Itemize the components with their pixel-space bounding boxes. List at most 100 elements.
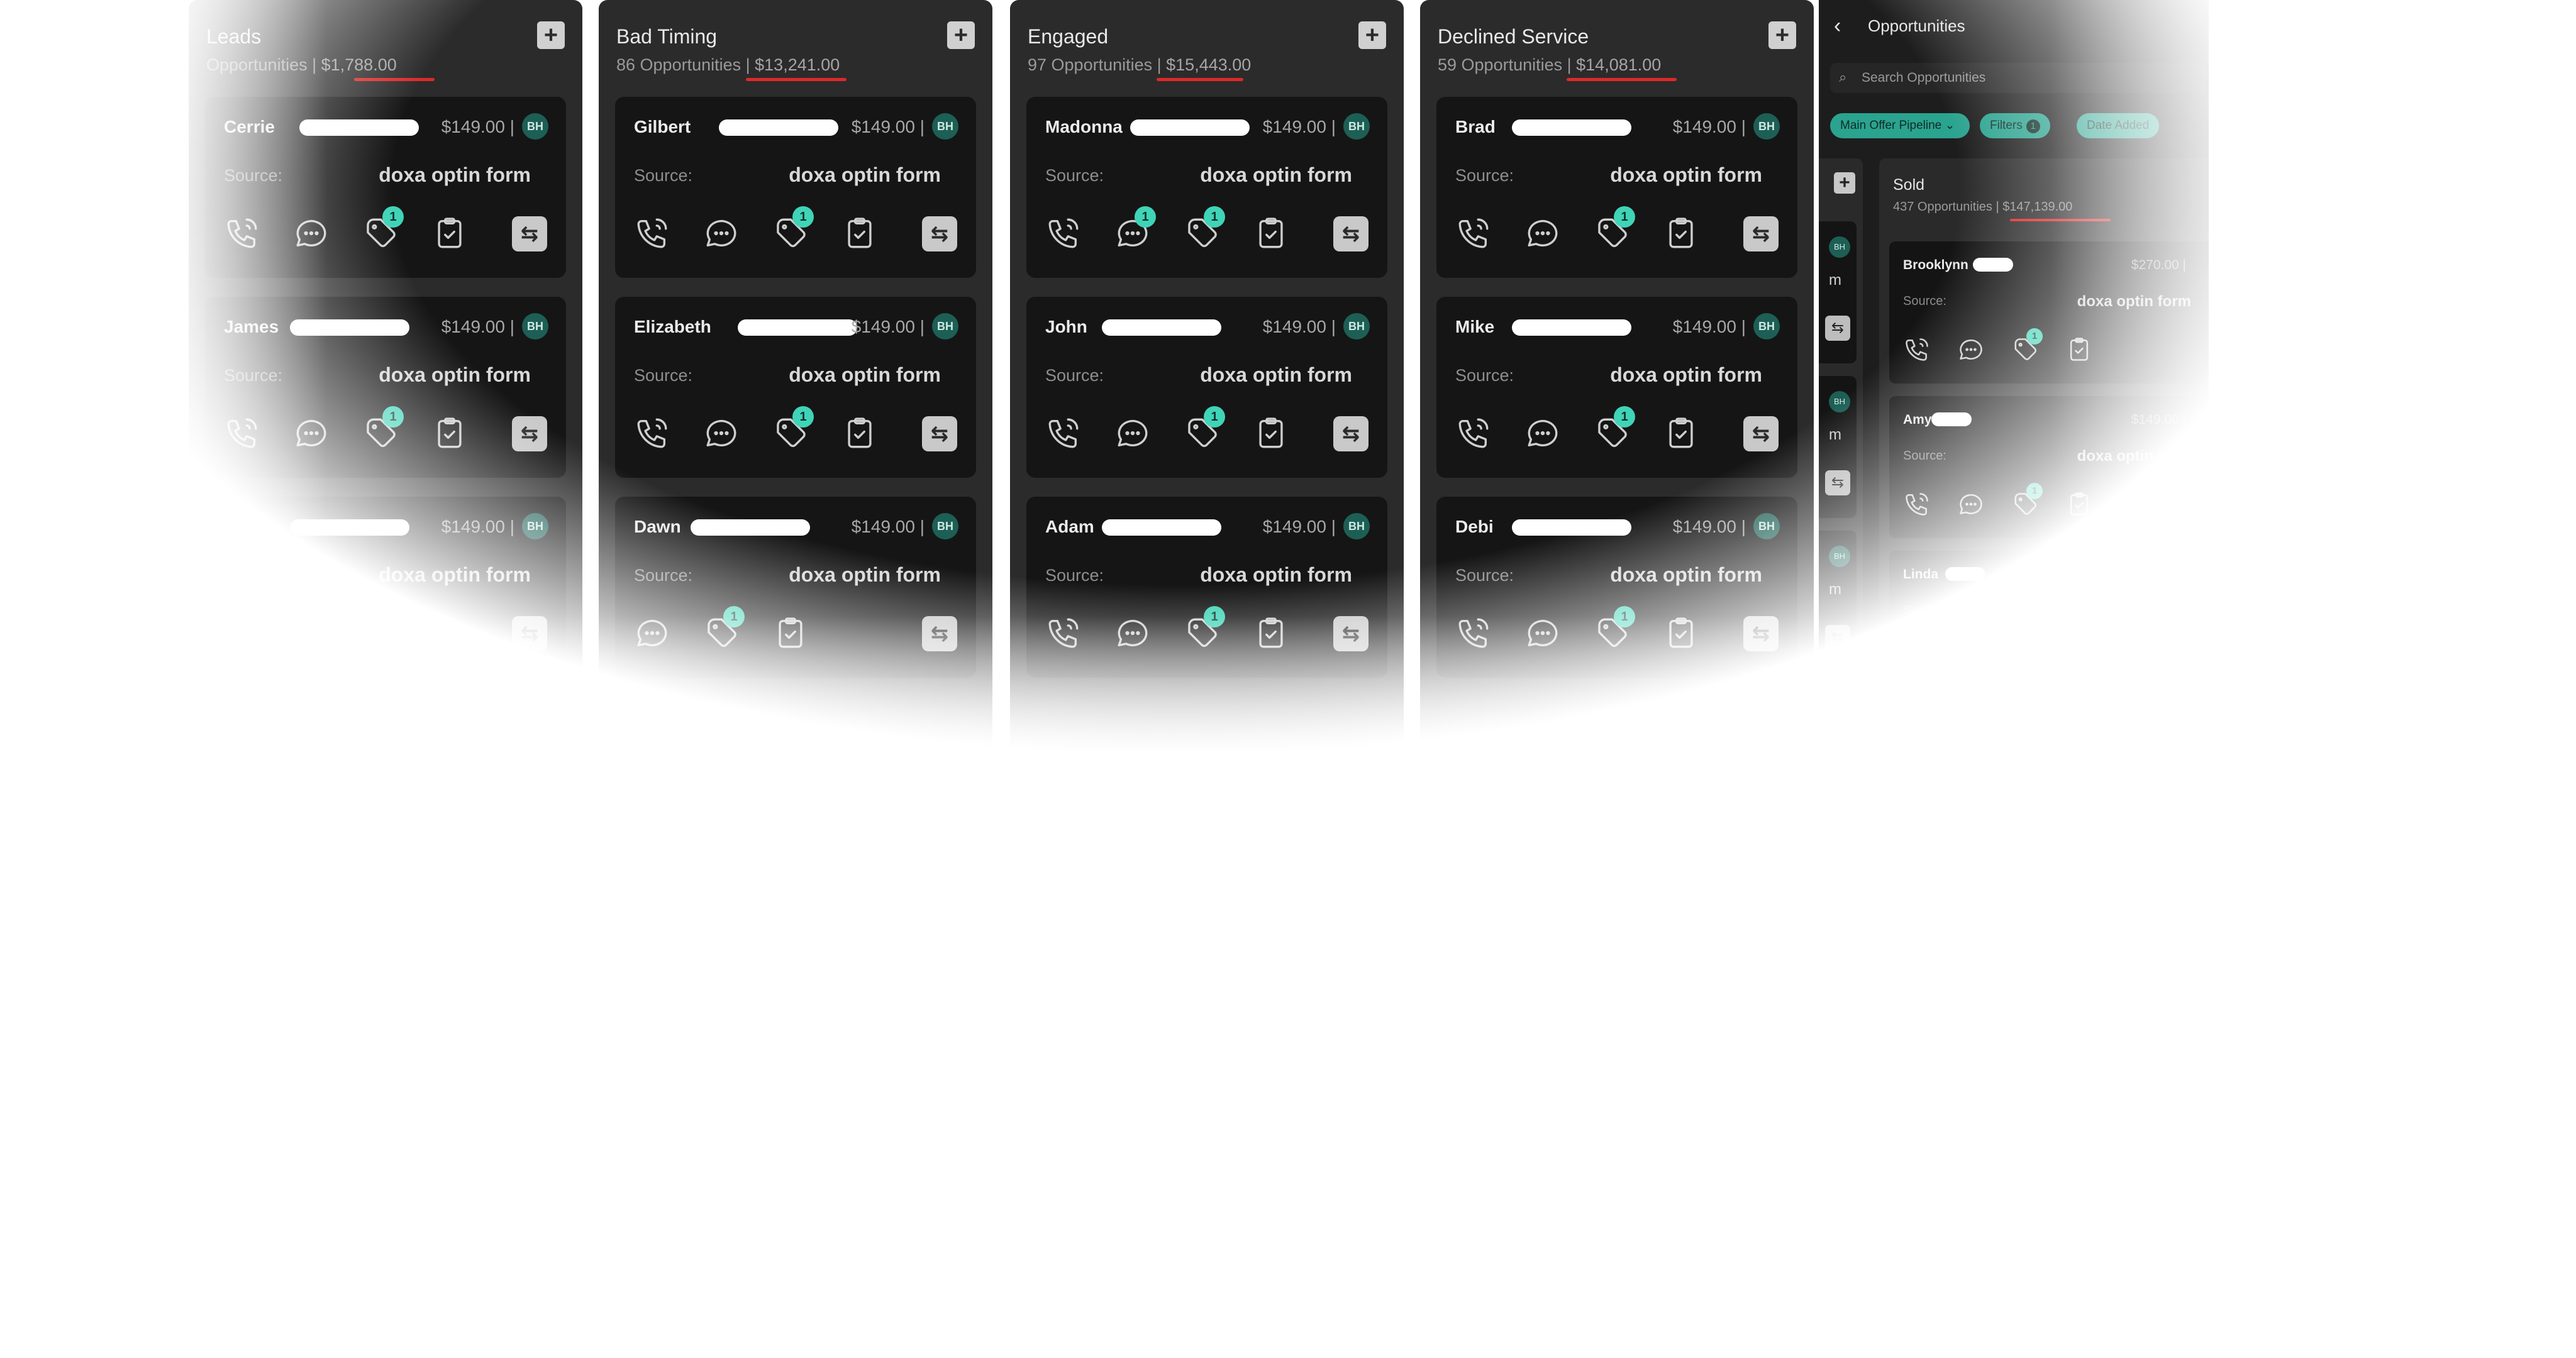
contact-name[interactable]: Brad	[1455, 117, 1496, 137]
tag-icon-button[interactable]: 1	[362, 606, 404, 651]
clipboard-check-icon-button[interactable]	[2065, 336, 2093, 363]
contact-name[interactable]: Amy	[1903, 412, 1932, 428]
add-opportunity-button[interactable]: +	[947, 21, 975, 49]
clipboard-check-icon-button[interactable]	[841, 415, 878, 451]
swap-arrows-icon[interactable]: ⇆	[1743, 616, 1779, 651]
partial-opportunity-card[interactable]: BH m ⇆	[1819, 376, 1857, 518]
chat-bubble-icon-button[interactable]	[1114, 415, 1151, 451]
add-opportunity-button[interactable]: +	[1768, 21, 1796, 49]
phone-icon-button[interactable]	[1903, 645, 1931, 673]
opportunity-card[interactable]: Gilbert $149.00 | BH Source: doxa optin form…	[615, 97, 976, 278]
opportunity-card[interactable]: Donna $149.00 | BH Source: doxa optin form 1 ⇆	[205, 497, 566, 678]
phone-icon-button[interactable]	[1455, 215, 1492, 251]
opportunity-card[interactable]: Dawn $149.00 | BH Source: doxa optin form 1 ⇆	[615, 497, 976, 678]
chat-bubble-icon-button[interactable]	[1957, 336, 1985, 363]
clipboard-check-icon-button[interactable]	[1663, 415, 1699, 451]
swap-arrows-icon[interactable]: ⇆	[512, 216, 547, 251]
swap-arrows-icon[interactable]: ⇆	[922, 416, 957, 451]
phone-icon-button[interactable]	[1455, 615, 1492, 651]
opportunity-card[interactable]: Madonna $149.00 | BH Source: doxa optin form…	[1026, 97, 1387, 278]
swap-arrows-icon[interactable]: ⇆	[922, 216, 957, 251]
chat-bubble-icon-button[interactable]	[1957, 645, 1985, 673]
owner-avatar[interactable]: BH	[522, 113, 548, 140]
chat-bubble-icon-button[interactable]	[703, 415, 740, 451]
swap-arrows-icon[interactable]: ⇆	[512, 416, 547, 451]
add-opportunity-button[interactable]: +	[1834, 172, 1855, 194]
opportunity-card[interactable]: Brad $149.00 | BH Source: doxa optin form 1 ⇆	[1436, 97, 1797, 278]
swap-arrows-icon[interactable]: ⇆	[1825, 316, 1850, 341]
chat-bubble-icon-button[interactable]	[293, 215, 330, 251]
phone-icon-button[interactable]	[1045, 615, 1082, 651]
opportunity-card[interactable]: Elizabeth $149.00 | BH Source: doxa optin fo…	[615, 297, 976, 478]
phone-icon-button[interactable]	[224, 215, 260, 251]
tag-icon-button[interactable]: 1	[362, 406, 404, 451]
opportunity-card[interactable]: James $149.00 | BH Source: doxa optin form 1 ⇆	[205, 297, 566, 478]
contact-name[interactable]: Cerrie	[224, 117, 275, 137]
tag-icon-button[interactable]: 1	[1594, 606, 1635, 651]
chat-bubble-icon-button[interactable]	[703, 215, 740, 251]
contact-name[interactable]: James	[224, 317, 279, 337]
chat-bubble-icon-button[interactable]	[634, 615, 670, 651]
swap-arrows-icon[interactable]: ⇆	[1333, 416, 1368, 451]
tag-icon-button[interactable]: 1	[1184, 206, 1225, 251]
owner-avatar[interactable]: BH	[1753, 313, 1780, 340]
contact-name[interactable]: Linda	[1903, 567, 1938, 582]
contact-name[interactable]: Debi	[1455, 517, 1494, 537]
date-added-chip[interactable]: Date Added	[2077, 113, 2160, 138]
opportunity-card[interactable]: Linda $149.00 | Source: doxa optin form 1	[1889, 551, 2209, 693]
tag-icon-button[interactable]: 1	[772, 406, 814, 451]
clipboard-check-icon-button[interactable]	[431, 215, 468, 251]
owner-avatar[interactable]: BH	[932, 513, 958, 539]
tag-icon-button[interactable]: 1	[772, 206, 814, 251]
swap-arrows-icon[interactable]: ⇆	[1825, 625, 1850, 650]
clipboard-check-icon-button[interactable]	[1253, 215, 1289, 251]
swap-arrows-icon[interactable]: ⇆	[1825, 470, 1850, 495]
opportunity-card[interactable]: John $149.00 | BH Source: doxa optin form 1 ⇆	[1026, 297, 1387, 478]
contact-name[interactable]: Elizabeth	[634, 317, 711, 337]
owner-avatar[interactable]: BH	[1343, 513, 1370, 539]
contact-name[interactable]: Donna	[224, 517, 279, 537]
contact-name[interactable]: Gilbert	[634, 117, 691, 137]
clipboard-check-icon-button[interactable]	[431, 615, 468, 651]
tag-icon-button[interactable]: 1	[2011, 483, 2043, 518]
swap-arrows-icon[interactable]: ⇆	[1743, 216, 1779, 251]
owner-avatar[interactable]: BH	[932, 313, 958, 340]
phone-icon-button[interactable]	[1045, 415, 1082, 451]
swap-arrows-icon[interactable]: ⇆	[1333, 616, 1368, 651]
opportunity-card[interactable]: Adam $149.00 | BH Source: doxa optin form 1 ⇆	[1026, 497, 1387, 678]
clipboard-check-icon-button[interactable]	[841, 215, 878, 251]
search-opportunities-input[interactable]: ⌕ Search Opportunities	[1830, 63, 2207, 93]
contact-name[interactable]: John	[1045, 317, 1087, 337]
contact-name[interactable]: Dawn	[634, 517, 681, 537]
chat-bubble-icon-button[interactable]	[1524, 215, 1561, 251]
opportunity-card[interactable]: Brooklynn $270.00 | Source: doxa optin form…	[1889, 241, 2209, 384]
tag-icon-button[interactable]: 1	[362, 206, 404, 251]
phone-icon-button[interactable]	[1455, 415, 1492, 451]
phone-icon-button[interactable]	[1045, 215, 1082, 251]
filters-chip[interactable]: Filters 1	[1980, 113, 2050, 138]
contact-name[interactable]: Brooklynn	[1903, 258, 1968, 273]
chat-bubble-icon-button[interactable]	[1114, 615, 1151, 651]
owner-avatar[interactable]: BH	[522, 313, 548, 340]
chat-bubble-icon-button[interactable]	[1957, 490, 1985, 518]
add-opportunity-button[interactable]: +	[1358, 21, 1386, 49]
owner-avatar[interactable]: BH	[1753, 113, 1780, 140]
pipeline-select-chip[interactable]: Main Offer Pipeline ⌄	[1830, 113, 1970, 138]
clipboard-check-icon-button[interactable]	[431, 415, 468, 451]
phone-icon-button[interactable]	[634, 415, 670, 451]
opportunity-card[interactable]: Mike $149.00 | BH Source: doxa optin form 1 ⇆	[1436, 297, 1797, 478]
clipboard-check-icon-button[interactable]	[1663, 215, 1699, 251]
tag-icon-button[interactable]: 1	[1184, 406, 1225, 451]
partial-opportunity-card[interactable]: BH m ⇆	[1819, 531, 1857, 673]
swap-arrows-icon[interactable]: ⇆	[512, 616, 547, 651]
phone-icon-button[interactable]	[224, 415, 260, 451]
phone-icon-button[interactable]	[1903, 336, 1931, 363]
opportunity-card[interactable]: Cerrie $149.00 | BH Source: doxa optin form 1…	[205, 97, 566, 278]
tag-icon-button[interactable]: 1	[1594, 206, 1635, 251]
back-chevron-icon[interactable]: ‹	[1834, 14, 1841, 38]
clipboard-check-icon-button[interactable]	[1663, 615, 1699, 651]
tag-icon-button[interactable]: 1	[703, 606, 745, 651]
tag-icon-button[interactable]: 1	[1594, 406, 1635, 451]
tag-icon-button[interactable]: 1	[2011, 328, 2043, 363]
chat-bubble-icon-button[interactable]	[293, 615, 330, 651]
